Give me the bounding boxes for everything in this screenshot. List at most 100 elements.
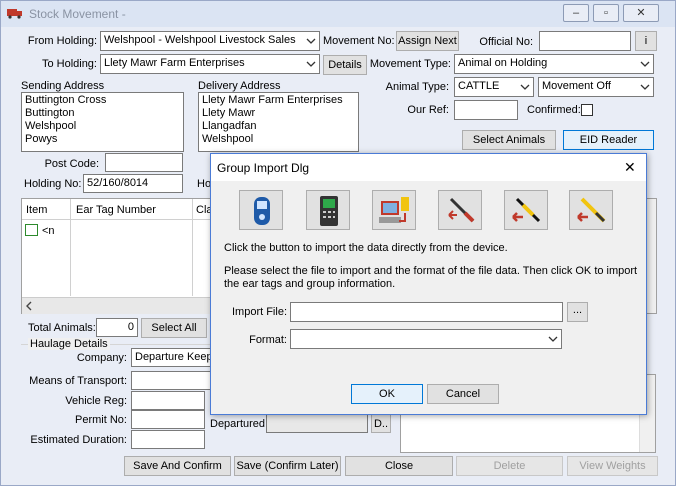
grid-header-item: Item	[26, 204, 48, 216]
total-animals-label: Total Animals:	[28, 322, 96, 334]
chevron-down-icon	[306, 61, 316, 67]
animal-type-value: CATTLE	[458, 80, 500, 92]
window-title: Stock Movement -	[29, 7, 126, 21]
save-confirm-later-button[interactable]: Save (Confirm Later)	[234, 456, 341, 476]
haulage-details-label: Haulage Details	[28, 338, 110, 350]
import-file-label: Import File:	[231, 306, 287, 318]
address-line: Welshpool	[202, 133, 254, 145]
select-all-button[interactable]: Select All	[141, 318, 207, 338]
holding-no-input[interactable]: 52/160/8014	[83, 174, 183, 193]
permit-no-label: Permit No:	[75, 414, 127, 426]
group-import-dialog: Group Import Dlg ✕ Click the button to i…	[210, 153, 647, 415]
minimize-icon: ‒	[572, 7, 580, 19]
sending-address-label: Sending Address	[21, 80, 105, 92]
wand-reader-yellow-icon[interactable]	[504, 190, 548, 230]
from-holding-select[interactable]: Welshpool - Welshpool Livestock Sales	[100, 31, 320, 51]
official-no-input[interactable]	[539, 31, 631, 51]
cancel-button[interactable]: Cancel	[427, 384, 499, 404]
address-line: Llangadfan	[202, 120, 257, 132]
official-no-label: Official No:	[479, 36, 533, 48]
wand-reader-yellow-svg	[512, 197, 541, 223]
handheld-terminal-icon[interactable]	[306, 190, 350, 230]
company-select[interactable]: Departure Keepe	[131, 348, 213, 367]
delete-button[interactable]: Delete	[456, 456, 563, 476]
select-animals-button[interactable]: Select Animals	[462, 130, 556, 150]
sending-address-box[interactable]: Buttington Cross Buttington Welshpool Po…	[21, 92, 184, 152]
new-row-checkbox[interactable]	[25, 224, 38, 236]
view-weights-button[interactable]: View Weights	[567, 456, 658, 476]
movement-type-select[interactable]: Animal on Holding	[454, 54, 654, 74]
from-holding-value: Welshpool - Welshpool Livestock Sales	[104, 34, 296, 46]
chevron-down-icon	[640, 84, 650, 90]
scroll-left-icon[interactable]	[25, 301, 33, 311]
from-holding-label: From Holding:	[27, 35, 97, 47]
restore-icon: ▫	[604, 7, 608, 19]
animals-grid[interactable]: Item Ear Tag Number Cla <n	[21, 198, 213, 314]
to-holding-label: To Holding:	[41, 58, 97, 70]
wand-reader-yellow2-icon[interactable]	[569, 190, 613, 230]
save-and-confirm-button[interactable]: Save And Confirm	[124, 456, 231, 476]
permit-no-input[interactable]	[131, 410, 205, 429]
delivery-address-box[interactable]: Llety Mawr Farm Enterprises Llety Mawr L…	[198, 92, 359, 152]
assign-next-button[interactable]: Assign Next	[396, 31, 459, 51]
movement-type-label: Movement Type:	[369, 58, 451, 70]
vehicle-reg-label: Vehicle Reg:	[65, 395, 127, 407]
chevron-down-icon	[520, 84, 530, 90]
movement-direction-select[interactable]: Movement Off	[538, 77, 654, 97]
import-file-input[interactable]	[290, 302, 563, 322]
format-select[interactable]	[290, 329, 562, 349]
departured-label: Departured:	[210, 418, 269, 430]
close-icon: ✕	[636, 7, 646, 19]
address-line: Welshpool	[25, 120, 77, 132]
delivery-address-label: Delivery Address	[198, 80, 281, 92]
computer-import-svg	[379, 197, 409, 223]
close-button[interactable]: Close	[345, 456, 453, 476]
format-label: Format:	[249, 334, 287, 346]
confirmed-label: Confirmed:	[527, 104, 581, 116]
estimated-duration-input[interactable]	[131, 430, 205, 449]
wand-reader-red-icon[interactable]	[438, 190, 482, 230]
movement-type-value: Animal on Holding	[458, 57, 548, 69]
handheld-terminal-svg	[320, 196, 338, 226]
estimated-duration-label: Estimated Duration:	[30, 434, 127, 446]
dialog-titlebar[interactable]: Group Import Dlg ✕	[211, 154, 646, 181]
departured-button[interactable]: D..	[371, 414, 391, 433]
browse-button[interactable]: ...	[567, 302, 588, 322]
window-titlebar[interactable]: Stock Movement - ‒ ▫ ✕	[1, 1, 675, 27]
ok-button[interactable]: OK	[351, 384, 423, 404]
dialog-close-icon[interactable]: ✕	[624, 159, 636, 176]
close-window-button[interactable]: ✕	[623, 4, 659, 22]
holding-no-label: Holding No:	[24, 178, 82, 190]
chevron-down-icon	[640, 61, 650, 67]
our-ref-label: Our Ref:	[407, 104, 449, 116]
our-ref-input[interactable]	[454, 100, 518, 120]
restore-button[interactable]: ▫	[593, 4, 619, 22]
post-code-label: Post Code:	[44, 158, 99, 170]
to-holding-select[interactable]: Llety Mawr Farm Enterprises	[100, 54, 320, 74]
means-of-transport-input[interactable]	[131, 371, 213, 390]
wand-reader-red-svg	[448, 197, 475, 223]
movement-no-label: Movement No:	[323, 35, 395, 47]
grid-horizontal-scrollbar[interactable]	[22, 297, 212, 314]
rfid-reader-svg	[254, 197, 270, 225]
post-code-input[interactable]	[105, 153, 183, 172]
rfid-reader-icon[interactable]	[239, 190, 283, 230]
vehicle-reg-input[interactable]	[131, 391, 205, 410]
animal-type-select[interactable]: CATTLE	[454, 77, 534, 97]
minimize-button[interactable]: ‒	[563, 4, 589, 22]
holding-no-value: 52/160/8014	[87, 177, 149, 189]
dialog-title: Group Import Dlg	[217, 161, 310, 175]
official-info-button[interactable]: i	[635, 31, 657, 51]
dialog-instruction-device: Click the button to import the data dire…	[224, 242, 508, 254]
eid-reader-button[interactable]: EID Reader	[563, 130, 654, 150]
computer-import-icon[interactable]	[372, 190, 416, 230]
chevron-down-icon	[306, 38, 316, 44]
confirmed-checkbox[interactable]	[581, 104, 593, 116]
grid-header-ear-tag: Ear Tag Number	[76, 204, 156, 216]
grid-new-row: <n	[42, 225, 55, 237]
total-animals-value: 0	[96, 318, 138, 337]
details-button[interactable]: Details	[323, 55, 367, 75]
animal-type-label: Animal Type:	[385, 81, 449, 93]
movement-direction-value: Movement Off	[542, 80, 611, 92]
departured-input[interactable]	[266, 414, 368, 433]
